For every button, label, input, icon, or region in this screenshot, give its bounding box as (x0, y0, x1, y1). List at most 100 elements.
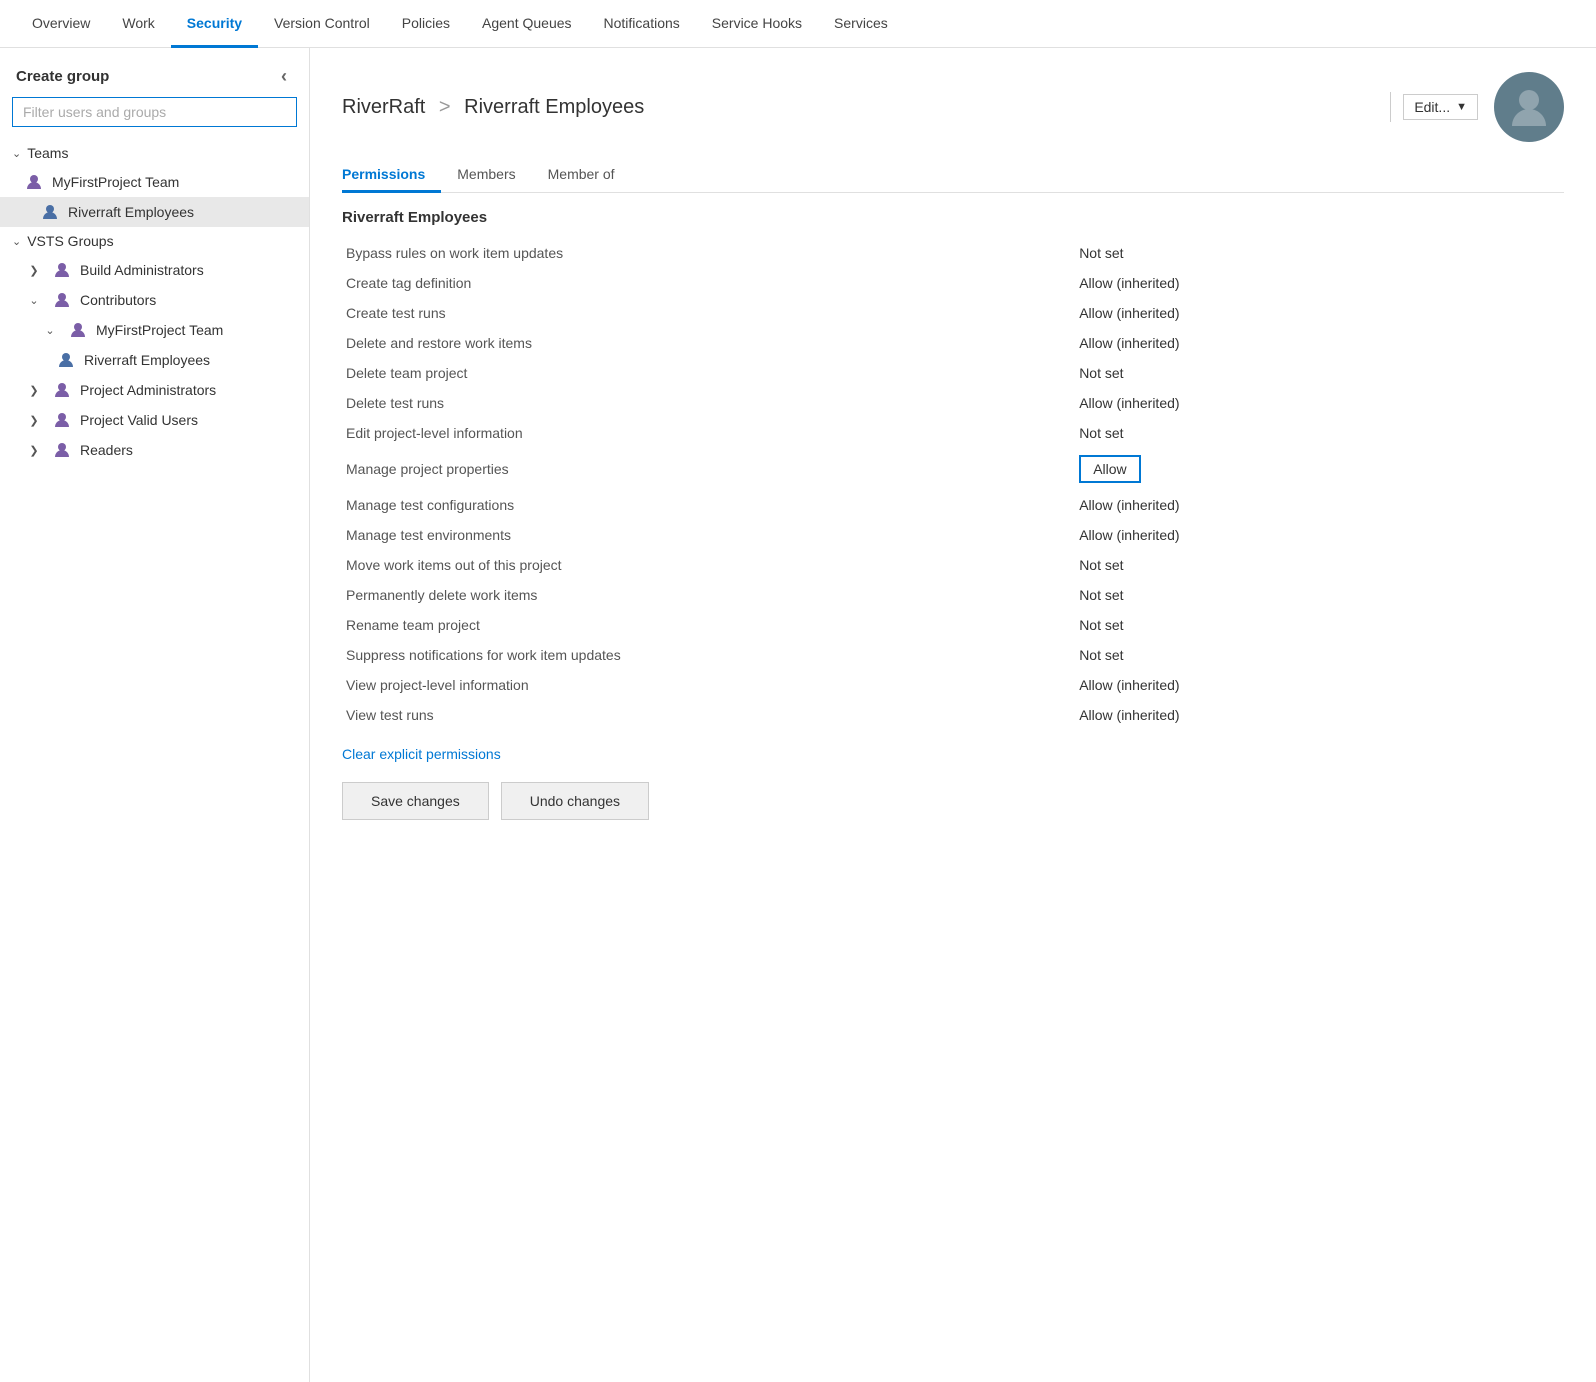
permission-name: View project-level information (342, 670, 1075, 700)
vsts-groups-label: VSTS Groups (27, 233, 113, 249)
sidebar-item-project-administrators[interactable]: ❯ Project Administrators (0, 375, 309, 405)
create-group-label: Create group (16, 68, 109, 85)
sidebar: Create group ‹ ⌄ Teams MyFirstProject Te… (0, 48, 310, 1382)
vsts-groups-section[interactable]: ⌄ VSTS Groups (0, 227, 309, 255)
permission-name: Move work items out of this project (342, 550, 1075, 580)
sidebar-item-readers[interactable]: ❯ Readers (0, 435, 309, 465)
edit-caret-icon: ▼ (1456, 101, 1467, 113)
nav-item-policies[interactable]: Policies (386, 0, 466, 48)
permission-value: Not set (1075, 550, 1564, 580)
permission-name: Rename team project (342, 610, 1075, 640)
table-row: Create test runsAllow (inherited) (342, 298, 1564, 328)
permission-value: Not set (1075, 580, 1564, 610)
sidebar-item-project-valid-users[interactable]: ❯ Project Valid Users (0, 405, 309, 435)
myfirstproject-team-label: MyFirstProject Team (52, 174, 179, 190)
expand-icon-build-admin: ❯ (24, 260, 44, 280)
sidebar-item-contributors[interactable]: ⌄ Contributors (0, 285, 309, 315)
tab-member-of[interactable]: Member of (548, 158, 631, 193)
table-row: Manage project propertiesAllow (342, 448, 1564, 490)
nav-item-work[interactable]: Work (106, 0, 170, 48)
table-row: Rename team projectNot set (342, 610, 1564, 640)
clear-explicit-permissions-link[interactable]: Clear explicit permissions (342, 746, 501, 762)
table-row: Delete test runsAllow (inherited) (342, 388, 1564, 418)
permission-value: Not set (1075, 358, 1564, 388)
undo-changes-button[interactable]: Undo changes (501, 782, 649, 820)
permission-name: Delete team project (342, 358, 1075, 388)
permission-value: Allow (inherited) (1075, 328, 1564, 358)
vsts-chevron-icon: ⌄ (12, 235, 21, 248)
myfp-sub-label: MyFirstProject Team (96, 322, 223, 338)
content-header: RiverRaft > Riverraft Employees Edit... … (342, 72, 1564, 142)
permissions-table: Bypass rules on work item updatesNot set… (342, 238, 1564, 730)
group-icon-riverraft-sub (56, 350, 76, 370)
nav-item-version-control[interactable]: Version Control (258, 0, 386, 48)
group-icon-proj-valid (52, 410, 72, 430)
tab-permissions[interactable]: Permissions (342, 158, 441, 193)
collapse-button[interactable]: ‹ (275, 64, 293, 89)
main-layout: Create group ‹ ⌄ Teams MyFirstProject Te… (0, 48, 1596, 1382)
nav-item-service-hooks[interactable]: Service Hooks (696, 0, 818, 48)
table-row: Delete team projectNot set (342, 358, 1564, 388)
content: RiverRaft > Riverraft Employees Edit... … (310, 48, 1596, 1382)
expand-icon-readers: ❯ (24, 440, 44, 460)
sidebar-item-myfp-sub[interactable]: ⌄ MyFirstProject Team (0, 315, 309, 345)
table-row: View test runsAllow (inherited) (342, 700, 1564, 730)
table-row: Suppress notifications for work item upd… (342, 640, 1564, 670)
permission-value: Allow (inherited) (1075, 298, 1564, 328)
group-icon-build-admin (52, 260, 72, 280)
tabs: Permissions Members Member of (342, 158, 1564, 193)
permission-name: Manage project properties (342, 448, 1075, 490)
table-row: Bypass rules on work item updatesNot set (342, 238, 1564, 268)
table-row: Delete and restore work itemsAllow (inhe… (342, 328, 1564, 358)
sidebar-header: Create group ‹ (0, 48, 309, 97)
riverraft-sub-label: Riverraft Employees (84, 352, 210, 368)
tab-members[interactable]: Members (457, 158, 531, 193)
expand-icon-proj-admin: ❯ (24, 380, 44, 400)
sidebar-item-myfirstproject-team[interactable]: MyFirstProject Team (0, 167, 309, 197)
table-row: View project-level informationAllow (inh… (342, 670, 1564, 700)
permission-value: Allow (inherited) (1075, 490, 1564, 520)
table-row: Move work items out of this projectNot s… (342, 550, 1564, 580)
sidebar-item-riverraft-sub[interactable]: Riverraft Employees (0, 345, 309, 375)
group-icon-myfp-sub (68, 320, 88, 340)
nav-item-agent-queues[interactable]: Agent Queues (466, 0, 588, 48)
permission-name: Permanently delete work items (342, 580, 1075, 610)
group-icon-riverraft (40, 202, 60, 222)
sidebar-item-riverraft-employees[interactable]: Riverraft Employees (0, 197, 309, 227)
save-changes-button[interactable]: Save changes (342, 782, 489, 820)
permission-value: Allow (inherited) (1075, 700, 1564, 730)
permission-name: Manage test environments (342, 520, 1075, 550)
nav-item-services[interactable]: Services (818, 0, 904, 48)
table-row: Manage test environmentsAllow (inherited… (342, 520, 1564, 550)
breadcrumb-child: Riverraft Employees (464, 96, 644, 118)
group-icon-proj-admin (52, 380, 72, 400)
teams-section[interactable]: ⌄ Teams (0, 139, 309, 167)
breadcrumb-root: RiverRaft (342, 96, 425, 118)
nav-item-notifications[interactable]: Notifications (588, 0, 696, 48)
permission-name: Create test runs (342, 298, 1075, 328)
permission-value: Allow (inherited) (1075, 520, 1564, 550)
permission-value[interactable]: Allow (1075, 448, 1564, 490)
permission-value: Not set (1075, 418, 1564, 448)
expand-icon-myfp-sub: ⌄ (40, 320, 60, 340)
permission-name: Delete test runs (342, 388, 1075, 418)
permission-value: Not set (1075, 238, 1564, 268)
group-icon-myfp (24, 172, 44, 192)
permission-value: Allow (inherited) (1075, 670, 1564, 700)
tree: ⌄ Teams MyFirstProject Team (0, 139, 309, 1382)
edit-button-label: Edit... (1414, 99, 1450, 115)
nav-item-security[interactable]: Security (171, 0, 258, 48)
filter-input[interactable] (12, 97, 297, 127)
breadcrumb: RiverRaft > Riverraft Employees (342, 96, 1390, 119)
edit-dropdown[interactable]: Edit... ▼ (1403, 94, 1478, 120)
permission-value: Not set (1075, 640, 1564, 670)
table-row: Permanently delete work itemsNot set (342, 580, 1564, 610)
contributors-label: Contributors (80, 292, 156, 308)
table-row: Create tag definitionAllow (inherited) (342, 268, 1564, 298)
permission-name: Suppress notifications for work item upd… (342, 640, 1075, 670)
table-row: Edit project-level informationNot set (342, 418, 1564, 448)
nav-item-overview[interactable]: Overview (16, 0, 106, 48)
sidebar-item-build-administrators[interactable]: ❯ Build Administrators (0, 255, 309, 285)
permission-name: Create tag definition (342, 268, 1075, 298)
permission-name: Delete and restore work items (342, 328, 1075, 358)
